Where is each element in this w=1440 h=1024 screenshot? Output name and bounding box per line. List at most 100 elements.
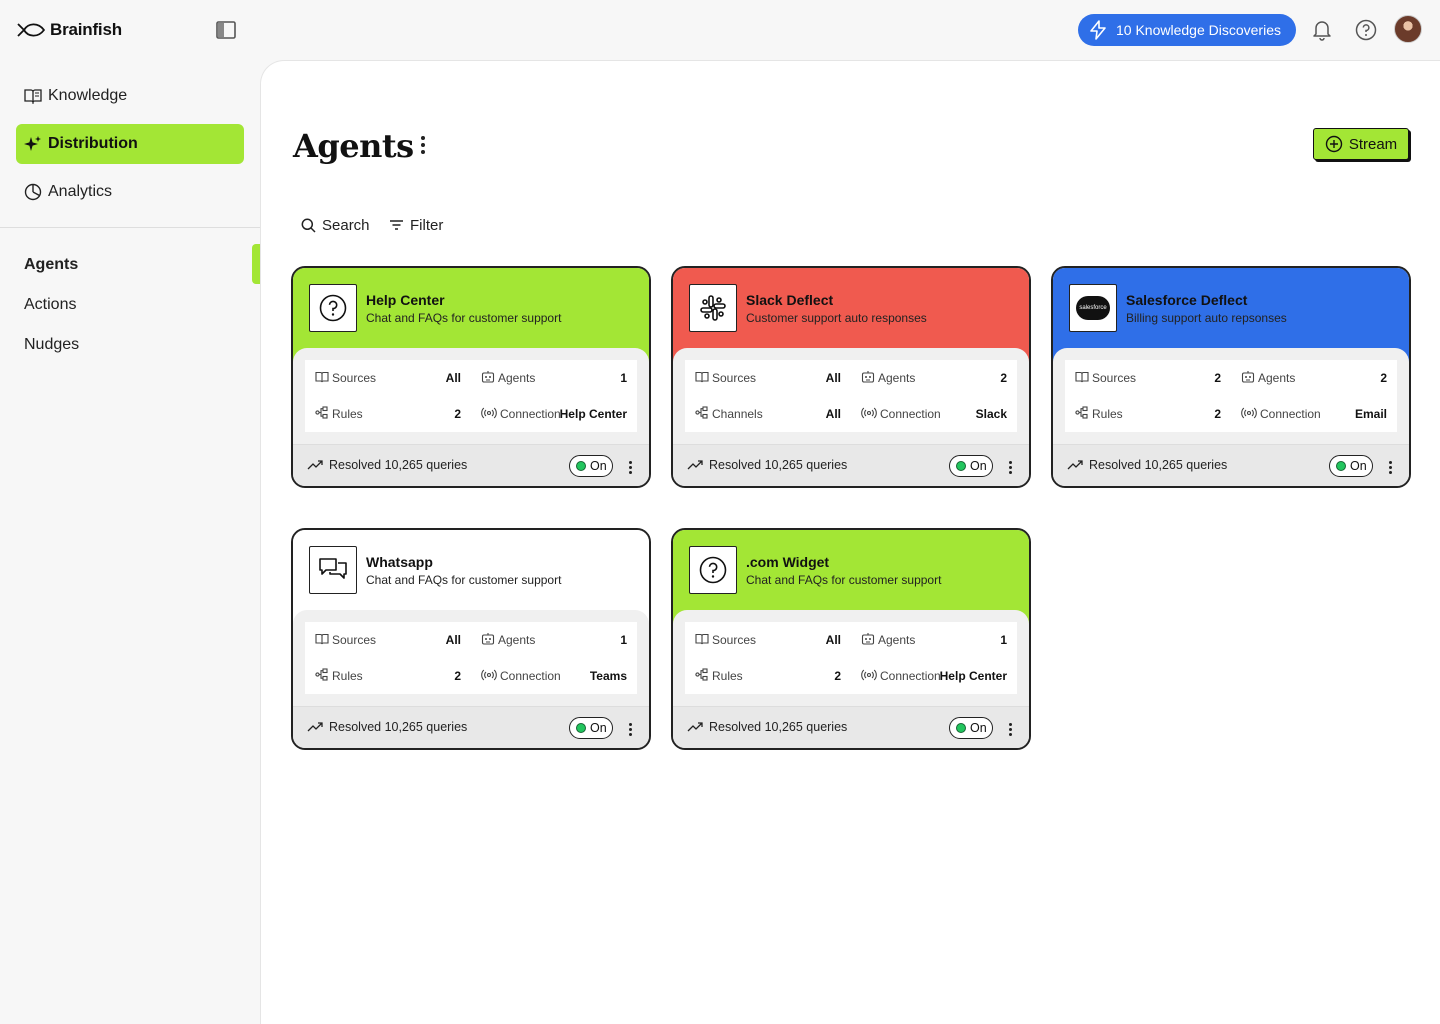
card-more-button[interactable] xyxy=(1005,720,1015,738)
stat-connection: Connection Slack xyxy=(861,406,1007,422)
card-more-button[interactable] xyxy=(1385,458,1395,476)
filter-icon xyxy=(390,220,403,230)
stat-value: All xyxy=(445,633,461,647)
nav-item-knowledge[interactable]: Knowledge xyxy=(16,76,244,116)
search-button[interactable]: Search xyxy=(301,215,370,235)
card-more-button[interactable] xyxy=(625,458,635,476)
nav-label-knowledge: Knowledge xyxy=(48,87,128,104)
user-avatar[interactable] xyxy=(1394,15,1422,43)
resolved-text: Resolved 10,265 queries xyxy=(709,458,848,472)
card-body: Sources All Agents 1 Rules 2 Connection … xyxy=(293,348,649,444)
agent-card[interactable]: Slack Deflect Customer support auto resp… xyxy=(671,266,1031,488)
broadcast-icon xyxy=(861,407,877,422)
card-body: Sources All Agents 2 Channels All Connec… xyxy=(673,348,1029,444)
card-footer: Resolved 10,265 queries On xyxy=(1053,444,1409,486)
stat-label: Rules xyxy=(1092,407,1123,421)
brand-logo[interactable]: Brainfish xyxy=(16,18,122,42)
status-toggle[interactable]: On xyxy=(1329,455,1373,477)
knowledge-discoveries-button[interactable]: 10 Knowledge Discoveries xyxy=(1078,14,1296,46)
fish-logo-icon xyxy=(17,23,45,37)
card-footer: Resolved 10,265 queries On xyxy=(673,706,1029,748)
stat-connection: Connection Help Center xyxy=(861,668,1007,684)
status-label: On xyxy=(1350,459,1367,473)
stat-connection: Connection Email xyxy=(1241,406,1387,422)
sidebar-panel-icon xyxy=(216,21,236,39)
stat-connection: Connection Teams xyxy=(481,668,627,684)
stat-label: Connection xyxy=(880,669,941,683)
stat-value: 2 xyxy=(1380,371,1387,385)
nav-item-analytics[interactable]: Analytics xyxy=(16,172,244,212)
status-toggle[interactable]: On xyxy=(569,717,613,739)
stream-button[interactable]: Stream xyxy=(1313,128,1409,160)
card-more-button[interactable] xyxy=(625,720,635,738)
subnav-item-nudges[interactable]: Nudges xyxy=(24,336,79,354)
robot-icon xyxy=(481,370,495,386)
agent-card[interactable]: salesforce Salesforce Deflect Billing su… xyxy=(1051,266,1411,488)
status-dot xyxy=(956,461,966,471)
flow-icon xyxy=(315,668,329,684)
active-section-marker xyxy=(252,244,260,284)
status-dot xyxy=(1336,461,1346,471)
card-title: Whatsapp xyxy=(366,554,433,570)
stat-value: All xyxy=(445,371,461,385)
sidebar-toggle-button[interactable] xyxy=(214,19,238,41)
notifications-button[interactable] xyxy=(1310,18,1334,42)
stat-agents: Agents 1 xyxy=(861,632,1007,648)
stat-label: Sources xyxy=(712,633,757,647)
card-stats: Sources All Agents 1 Rules 2 Connection … xyxy=(305,360,637,432)
card-footer: Resolved 10,265 queries On xyxy=(673,444,1029,486)
book-icon xyxy=(315,371,329,386)
status-toggle[interactable]: On xyxy=(949,455,993,477)
nav-label-distribution: Distribution xyxy=(48,135,138,152)
status-label: On xyxy=(970,721,987,735)
stat-value: Email xyxy=(1354,407,1387,421)
card-body: Sources All Agents 1 Rules 2 Connection … xyxy=(293,610,649,706)
flow-icon xyxy=(1075,406,1089,422)
agent-card[interactable]: .com Widget Chat and FAQs for customer s… xyxy=(671,528,1031,750)
broadcast-icon xyxy=(1241,407,1257,422)
status-toggle[interactable]: On xyxy=(949,717,993,739)
stat-label: Agents xyxy=(878,371,916,385)
trend-up-icon xyxy=(307,460,323,470)
lightning-icon xyxy=(1090,20,1106,40)
card-body: Sources 2 Agents 2 Rules 2 Connection Em… xyxy=(1053,348,1409,444)
book-icon xyxy=(695,633,709,648)
book-icon xyxy=(24,89,42,104)
agent-card[interactable]: Whatsapp Chat and FAQs for customer supp… xyxy=(291,528,651,750)
stat-label: Sources xyxy=(332,633,377,647)
pie-chart-icon xyxy=(24,183,42,201)
card-stats: Sources All Agents 1 Rules 2 Connection … xyxy=(305,622,637,694)
stat-label: Agents xyxy=(878,633,916,647)
card-more-button[interactable] xyxy=(1005,458,1015,476)
subnav-item-actions[interactable]: Actions xyxy=(24,296,76,314)
help-button[interactable] xyxy=(1354,18,1378,42)
card-stats: Sources All Agents 2 Channels All Connec… xyxy=(685,360,1017,432)
status-dot xyxy=(956,723,966,733)
robot-icon xyxy=(481,632,495,648)
stat-value: All xyxy=(825,407,841,421)
page-menu-button[interactable] xyxy=(413,133,433,157)
bell-icon xyxy=(1313,21,1331,41)
card-subtitle: Chat and FAQs for customer support xyxy=(366,311,562,325)
sidebar: Knowledge Distribution Analytics Agents … xyxy=(0,60,260,1024)
stat-agents: Agents 1 xyxy=(481,632,627,648)
stream-label: Stream xyxy=(1348,135,1398,153)
stat-value: Slack xyxy=(975,407,1007,421)
stat-label: Connection xyxy=(880,407,941,421)
robot-icon xyxy=(861,632,875,648)
stat-rules: Rules 2 xyxy=(695,668,841,684)
nav-item-distribution[interactable]: Distribution xyxy=(16,124,244,164)
stat-label: Connection xyxy=(1260,407,1321,421)
sidebar-divider xyxy=(0,227,260,228)
stat-value: 2 xyxy=(454,669,461,683)
stat-sources: Sources All xyxy=(695,632,841,648)
filter-button[interactable]: Filter xyxy=(389,215,443,235)
subnav-item-agents[interactable]: Agents xyxy=(24,256,78,274)
status-toggle[interactable]: On xyxy=(569,455,613,477)
stat-connection: Connection Help Center xyxy=(481,406,627,422)
page-title: Agents xyxy=(293,127,414,165)
book-icon xyxy=(315,633,329,648)
agent-card[interactable]: Help Center Chat and FAQs for customer s… xyxy=(291,266,651,488)
broadcast-icon xyxy=(481,407,497,422)
card-stats: Sources All Agents 1 Rules 2 Connection … xyxy=(685,622,1017,694)
